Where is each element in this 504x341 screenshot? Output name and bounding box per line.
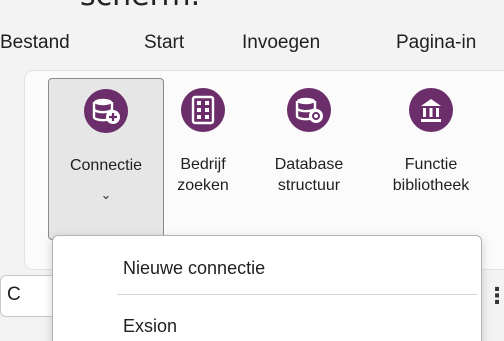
functie-bibliotheek-button[interactable]: Functie bibliotheek [373,78,489,240]
library-icon [409,88,453,132]
connectie-dropdown-menu: Nieuwe connectie Exsion [52,235,482,341]
bedrijf-zoeken-label-2: zoeken [177,177,229,194]
menu-item-nieuwe-connectie[interactable]: Nieuwe connectie [53,244,483,292]
menu-separator [117,294,477,295]
search-input-text: C [7,284,21,305]
tab-bestand[interactable]: Bestand [0,32,70,54]
chevron-down-icon: ⌄ [100,187,112,202]
database-structuur-label-2: structuur [277,177,341,194]
partial-heading-text: scherm. [80,0,200,13]
menu-item-exsion[interactable]: Exsion [53,302,483,341]
building-icon [181,88,225,132]
menu-bar: Bestand Start Invoegen Pagina-in [0,32,504,58]
database-structuur-button[interactable]: Database structuur [263,78,355,240]
database-add-icon [84,89,128,133]
more-options-icon[interactable]: ⋮ [486,283,504,309]
functie-bibliotheek-label-2: bibliotheek [392,177,470,194]
functie-bibliotheek-label-1: Functie [404,156,458,173]
connectie-button[interactable]: Connectie ⌄ [48,78,164,240]
database-settings-icon [287,88,331,132]
connectie-label: Connectie [69,157,143,174]
tab-invoegen[interactable]: Invoegen [242,32,320,54]
menu-item-label: Exsion [123,316,178,336]
database-structuur-label-1: Database [274,156,344,173]
app-window: scherm. Bestand Start Invoegen Pagina-in… [0,0,504,341]
tab-start[interactable]: Start [144,32,184,54]
menu-item-label: Nieuwe connectie [123,258,266,278]
tab-pagina-indeling[interactable]: Pagina-in [396,32,476,54]
bedrijf-zoeken-label-1: Bedrijf [180,156,226,173]
bedrijf-zoeken-button[interactable]: Bedrijf zoeken [170,78,236,240]
